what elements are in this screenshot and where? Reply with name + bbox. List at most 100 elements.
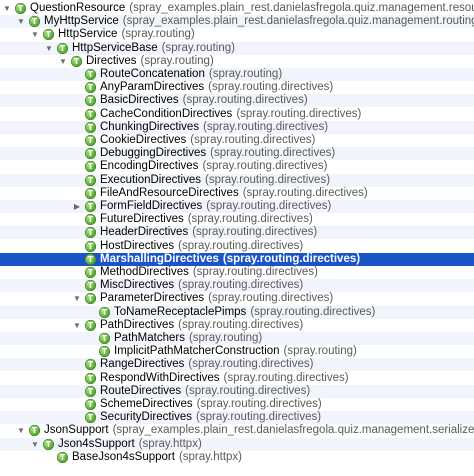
tree-row[interactable]: T FileAndResourceDirectives (spray.routing…: [0, 187, 474, 200]
package-name: (spray.routing.directives): [190, 134, 316, 146]
trait-icon: T: [85, 187, 96, 199]
tree-row[interactable]: T MarshallingDirectives (spray.routing.dir…: [0, 252, 474, 266]
type-name: HostDirectives: [100, 239, 175, 252]
trait-icon: T: [99, 346, 110, 358]
tree-row[interactable]: T DebuggingDirectives (spray.routing.direc…: [0, 147, 474, 161]
expand-arrow-icon[interactable]: ▼: [72, 292, 82, 305]
type-name: ParameterDirectives: [100, 292, 205, 305]
tree-row[interactable]: T PathMatchers (spray.routing): [0, 332, 474, 345]
tree-row[interactable]: T RouteConcatenation (spray.routing): [0, 68, 474, 81]
type-name: FormFieldDirectives: [100, 200, 203, 212]
trait-icon: T: [85, 385, 96, 397]
type-name: RouteConcatenation: [100, 68, 205, 80]
package-name: (spray.httpx): [178, 450, 242, 463]
trait-icon: T: [85, 267, 96, 278]
type-hierarchy-tree[interactable]: ▼ T QuestionResource (spray_examples.plain_…: [0, 0, 474, 476]
trait-icon: T: [85, 82, 96, 94]
tree-row[interactable]: ▼ T Directives (spray.routing): [0, 55, 474, 68]
tree-row[interactable]: T SchemeDirectives (spray.routing.directiv…: [0, 398, 474, 411]
package-name: (spray.routing.directives): [178, 279, 304, 292]
package-name: (spray.routing): [161, 41, 235, 54]
type-name: CacheConditionDirectives: [100, 107, 233, 120]
tree-row[interactable]: T MethodDirectives (spray.routing.directiv…: [0, 266, 474, 279]
tree-row[interactable]: T EncodingDirectives (spray.routing.direct…: [0, 160, 474, 173]
tree-row[interactable]: ▼ T QuestionResource (spray_examples.plain_…: [0, 2, 474, 15]
trait-icon: T: [57, 42, 68, 54]
type-name: SchemeDirectives: [100, 398, 193, 410]
trait-icon: T: [99, 306, 110, 318]
type-name: MyHttpService: [44, 15, 119, 28]
trait-icon: T: [85, 280, 96, 292]
type-name: RouteDirectives: [100, 384, 182, 397]
trait-icon: T: [85, 95, 96, 107]
package-name: (spray_examples.plain_rest.danielasfrego…: [112, 424, 474, 437]
trait-icon: T: [85, 372, 96, 384]
type-name: PathMatchers: [114, 332, 185, 344]
tree-row[interactable]: ▼ T ParameterDirectives (spray.routing.dire…: [0, 292, 474, 305]
tree-row[interactable]: T HeaderDirectives (spray.routing.directiv…: [0, 226, 474, 240]
tree-row[interactable]: ▼ T HttpServiceBase (spray.routing): [0, 41, 474, 55]
tree-row[interactable]: T FutureDirectives (spray.routing.directiv…: [0, 213, 474, 226]
type-name: QuestionResource: [30, 2, 126, 14]
package-name: (spray.routing.directives): [196, 411, 322, 424]
trait-icon: T: [85, 293, 96, 305]
trait-icon: T: [15, 3, 26, 14]
type-name: RangeDirectives: [100, 358, 185, 371]
trait-icon: T: [85, 121, 96, 133]
tree-row[interactable]: T RangeDirectives (spray.routing.directive…: [0, 358, 474, 372]
trait-icon: T: [85, 214, 96, 226]
package-name: (spray.routing): [283, 345, 357, 358]
package-name: (spray.routing): [121, 28, 195, 41]
collapse-arrow-icon[interactable]: ▶: [72, 200, 82, 213]
type-name: CookieDirectives: [100, 134, 187, 146]
tree-row[interactable]: T CookieDirectives (spray.routing.directiv…: [0, 134, 474, 147]
type-name: ExecutionDirectives: [100, 173, 201, 186]
type-name: HttpService: [58, 28, 118, 41]
tree-row[interactable]: T ImplicitPathMatcherConstruction (spray.r…: [0, 345, 474, 358]
expand-arrow-icon[interactable]: ▼: [30, 438, 40, 451]
expand-arrow-icon[interactable]: ▼: [30, 28, 40, 41]
tree-row[interactable]: T BasicDirectives (spray.routing.directive…: [0, 94, 474, 108]
expand-arrow-icon[interactable]: ▼: [72, 319, 82, 332]
tree-row[interactable]: T CacheConditionDirectives (spray.routing.…: [0, 108, 474, 121]
expand-arrow-icon[interactable]: ▼: [16, 15, 26, 28]
package-name: (spray.routing.directives): [182, 94, 308, 107]
tree-row[interactable]: ▼ T Json4sSupport (spray.httpx): [0, 437, 474, 451]
expand-arrow-icon[interactable]: ▼: [58, 55, 68, 68]
type-name: MethodDirectives: [100, 266, 189, 278]
trait-icon: T: [85, 253, 96, 265]
type-name: ChunkingDirectives: [100, 120, 200, 133]
tree-row[interactable]: T MiscDirectives (spray.routing.directives…: [0, 279, 474, 293]
tree-row[interactable]: ▼ T PathDirectives (spray.routing.directive…: [0, 319, 474, 332]
trait-icon: T: [85, 108, 96, 120]
tree-row[interactable]: T SecurityDirectives (spray.routing.direct…: [0, 411, 474, 425]
tree-row[interactable]: T AnyParamDirectives (spray.routing.direct…: [0, 81, 474, 94]
package-name: (spray.routing.directives): [250, 305, 376, 318]
tree-row[interactable]: ▼ T MyHttpService (spray_examples.plain_res…: [0, 15, 474, 29]
tree-row[interactable]: T ToNameReceptaclePimps (spray.routing.dir…: [0, 305, 474, 319]
tree-row[interactable]: T BaseJson4sSupport (spray.httpx): [0, 451, 474, 464]
tree-row[interactable]: T RespondWithDirectives (spray.routing.dir…: [0, 372, 474, 385]
tree-row[interactable]: ▶ T FormFieldDirectives (spray.routing.dire…: [0, 200, 474, 213]
type-name: HeaderDirectives: [100, 226, 189, 239]
tree-row[interactable]: T RouteDirectives (spray.routing.directive…: [0, 384, 474, 398]
trait-icon: T: [85, 148, 96, 160]
package-name: (spray.routing.directives): [208, 292, 334, 305]
type-name: AnyParamDirectives: [100, 81, 205, 94]
tree-row[interactable]: ▼ T HttpService (spray.routing): [0, 28, 474, 41]
package-name: (spray.routing.directives): [203, 120, 329, 133]
tree-row[interactable]: T ExecutionDirectives (spray.routing.direc…: [0, 173, 474, 187]
tree-row[interactable]: T HostDirectives (spray.routing.directives…: [0, 240, 474, 253]
tree-row[interactable]: ▼ T JsonSupport (spray_examples.plain_rest.…: [0, 424, 474, 437]
type-name: BaseJson4sSupport: [72, 450, 175, 463]
type-name: DebuggingDirectives: [100, 147, 207, 160]
tree-row[interactable]: T ChunkingDirectives (spray.routing.direct…: [0, 120, 474, 134]
package-name: (spray_examples.plain_rest.danielasfrego…: [129, 2, 474, 14]
expand-arrow-icon[interactable]: ▼: [2, 2, 12, 15]
type-name: JsonSupport: [44, 424, 109, 437]
type-name: SecurityDirectives: [100, 411, 193, 424]
type-name: HttpServiceBase: [72, 41, 158, 54]
expand-arrow-icon[interactable]: ▼: [44, 42, 54, 55]
type-name: EncodingDirectives: [100, 160, 199, 173]
expand-arrow-icon[interactable]: ▼: [16, 424, 26, 437]
